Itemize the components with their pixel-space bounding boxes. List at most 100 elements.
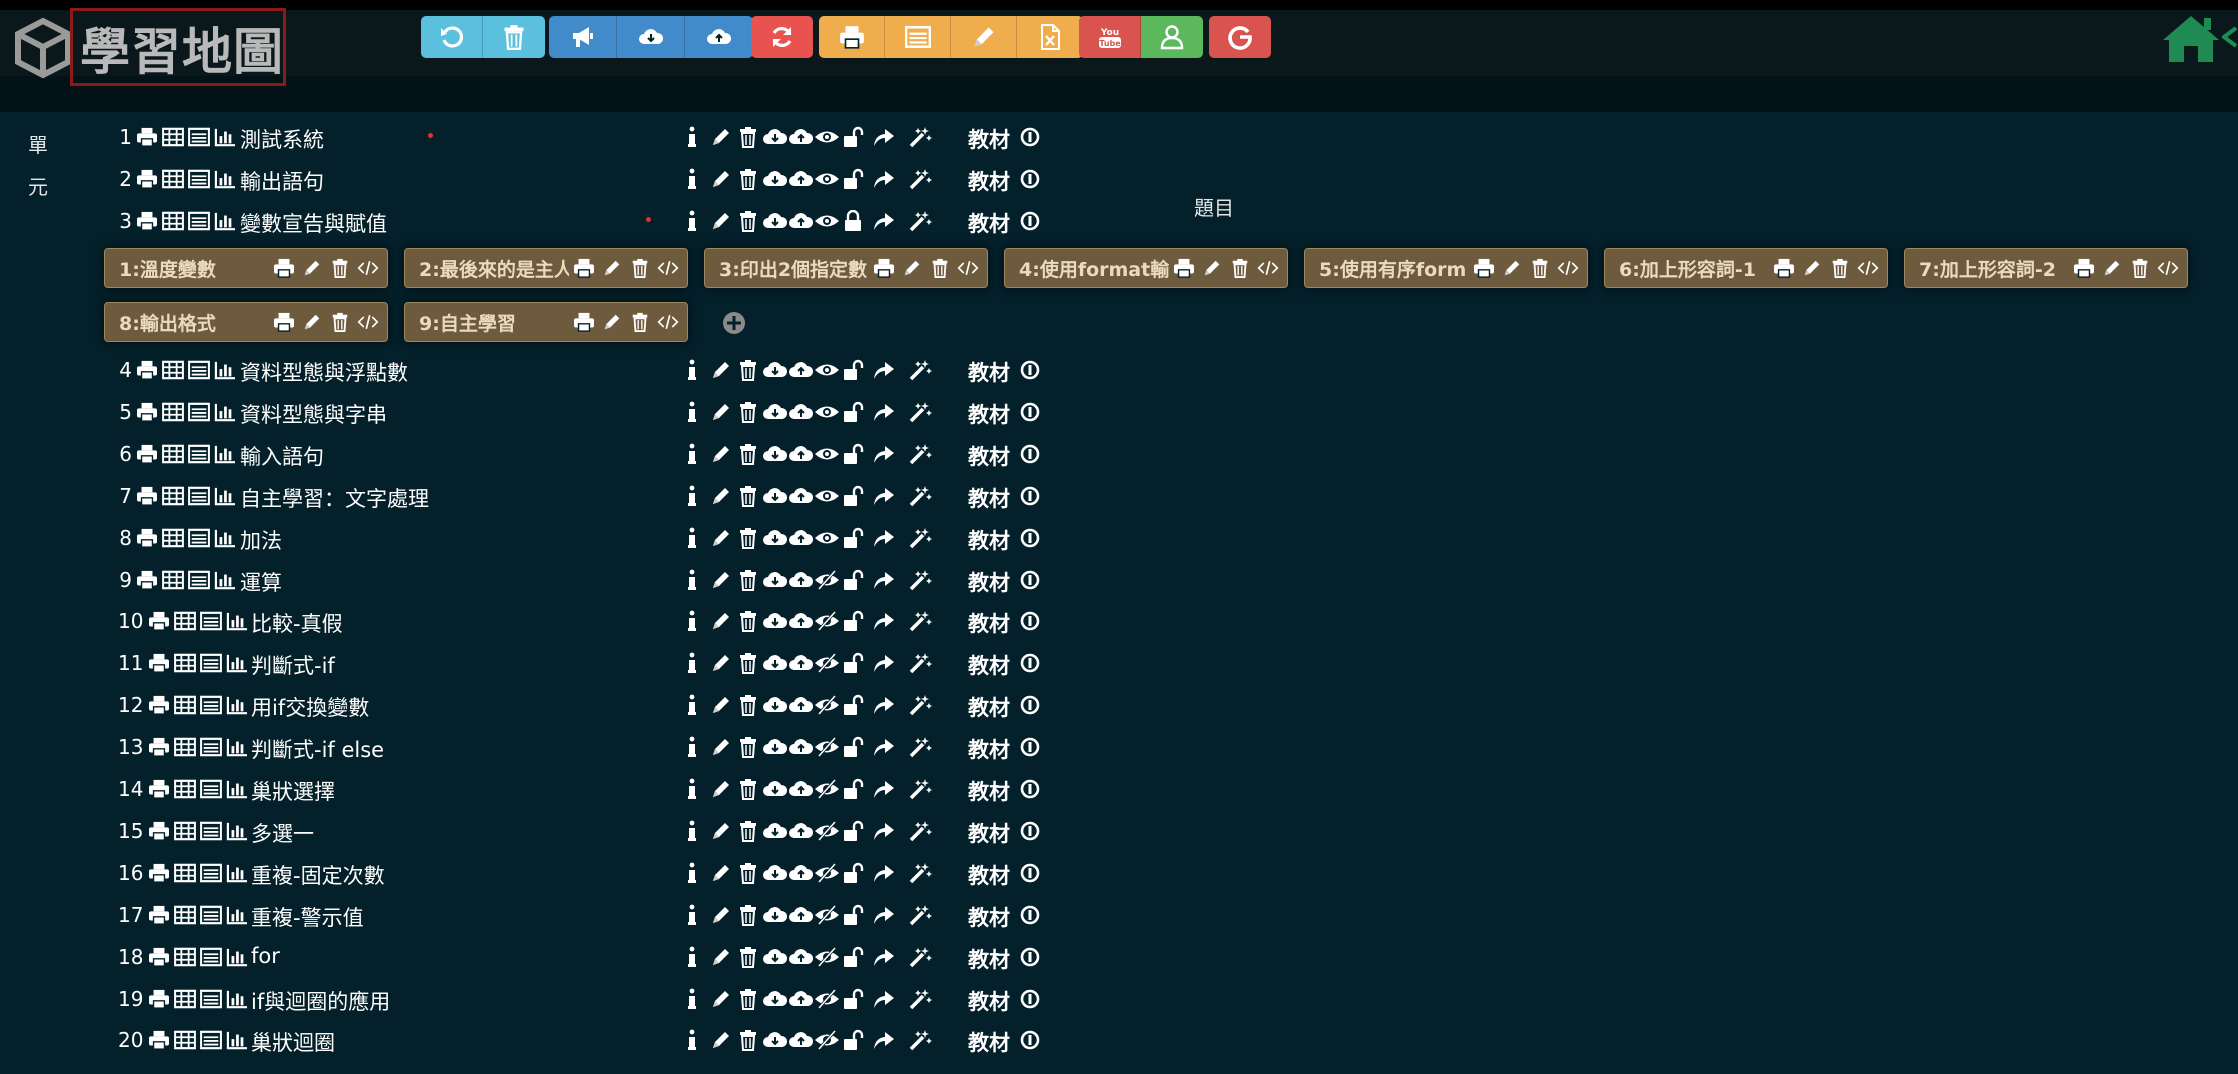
trash-icon[interactable] bbox=[1229, 258, 1251, 278]
eye-slash-icon[interactable] bbox=[814, 988, 840, 1010]
trash-icon[interactable] bbox=[629, 312, 651, 332]
bar-chart-icon[interactable] bbox=[226, 779, 248, 799]
bar-chart-icon[interactable] bbox=[226, 989, 248, 1009]
cloud-upload-icon[interactable] bbox=[788, 820, 814, 842]
magic-wand-icon[interactable] bbox=[908, 778, 932, 800]
bar-chart-icon[interactable] bbox=[214, 211, 236, 231]
code-icon[interactable] bbox=[1257, 258, 1279, 278]
code-icon[interactable] bbox=[657, 312, 679, 332]
magic-wand-icon[interactable] bbox=[908, 359, 932, 381]
edit-button[interactable] bbox=[951, 16, 1017, 58]
pencil-icon[interactable] bbox=[1801, 258, 1823, 278]
info-icon[interactable] bbox=[686, 126, 698, 148]
share-icon[interactable] bbox=[872, 988, 896, 1010]
eye-icon[interactable] bbox=[814, 527, 840, 549]
unit-title[interactable]: 測試系統 bbox=[240, 124, 324, 154]
trash-icon[interactable] bbox=[738, 210, 758, 232]
unlock-icon[interactable] bbox=[842, 168, 864, 190]
share-icon[interactable] bbox=[872, 946, 896, 968]
print-icon[interactable] bbox=[148, 821, 170, 841]
unit-title[interactable]: 重複-警示值 bbox=[251, 902, 364, 932]
pencil-icon[interactable] bbox=[601, 312, 623, 332]
eye-slash-icon[interactable] bbox=[814, 569, 840, 591]
bar-chart-icon[interactable] bbox=[214, 528, 236, 548]
unit-title[interactable]: 運算 bbox=[240, 567, 282, 597]
list-icon[interactable] bbox=[188, 402, 210, 422]
magic-wand-icon[interactable] bbox=[908, 168, 932, 190]
material-link[interactable]: 教材 bbox=[968, 902, 1010, 932]
trash-icon[interactable] bbox=[738, 904, 758, 926]
unit-title[interactable]: if與迴圈的應用 bbox=[251, 986, 390, 1016]
magic-wand-icon[interactable] bbox=[908, 904, 932, 926]
bar-chart-icon[interactable] bbox=[214, 570, 236, 590]
share-icon[interactable] bbox=[872, 485, 896, 507]
info-icon[interactable] bbox=[686, 988, 698, 1010]
home-icon[interactable] bbox=[2160, 12, 2222, 64]
circle-info-icon[interactable] bbox=[1020, 211, 1040, 231]
unlock-icon[interactable] bbox=[842, 1029, 864, 1051]
cloud-upload-icon[interactable] bbox=[788, 778, 814, 800]
unit-title[interactable]: 巢狀迴圈 bbox=[251, 1027, 335, 1057]
unit-title[interactable]: 變數宣告與賦值 bbox=[240, 208, 387, 238]
trash-icon[interactable] bbox=[629, 258, 651, 278]
material-link[interactable]: 教材 bbox=[968, 357, 1010, 387]
trash-icon[interactable] bbox=[738, 401, 758, 423]
info-icon[interactable] bbox=[686, 652, 698, 674]
unlock-icon[interactable] bbox=[842, 401, 864, 423]
print-icon[interactable] bbox=[1773, 258, 1795, 278]
list-icon[interactable] bbox=[200, 611, 222, 631]
share-icon[interactable] bbox=[872, 778, 896, 800]
subtopic-button[interactable]: 2:最後來的是主人 bbox=[404, 248, 688, 288]
trash-icon[interactable] bbox=[738, 1029, 758, 1051]
cloud-upload-icon[interactable] bbox=[788, 1029, 814, 1051]
eye-slash-icon[interactable] bbox=[814, 862, 840, 884]
cloud-upload-icon[interactable] bbox=[788, 443, 814, 465]
list-icon[interactable] bbox=[200, 779, 222, 799]
table-icon[interactable] bbox=[174, 989, 196, 1009]
material-link[interactable]: 教材 bbox=[968, 483, 1010, 513]
print-icon[interactable] bbox=[273, 258, 295, 278]
unlock-icon[interactable] bbox=[842, 359, 864, 381]
unit-title[interactable]: 判斷式-if bbox=[251, 650, 335, 680]
unit-title[interactable]: 加法 bbox=[240, 525, 282, 555]
pencil-icon[interactable] bbox=[710, 778, 732, 800]
pencil-icon[interactable] bbox=[301, 258, 323, 278]
share-icon[interactable] bbox=[872, 401, 896, 423]
pencil-icon[interactable] bbox=[710, 401, 732, 423]
share-icon[interactable] bbox=[872, 820, 896, 842]
table-icon[interactable] bbox=[162, 528, 184, 548]
cloud-download-icon[interactable] bbox=[762, 610, 788, 632]
table-icon[interactable] bbox=[162, 570, 184, 590]
list-icon[interactable] bbox=[188, 528, 210, 548]
circle-info-icon[interactable] bbox=[1020, 737, 1040, 757]
cloud-download-icon[interactable] bbox=[762, 736, 788, 758]
material-link[interactable]: 教材 bbox=[968, 1027, 1010, 1057]
material-link[interactable]: 教材 bbox=[968, 776, 1010, 806]
magic-wand-icon[interactable] bbox=[908, 401, 932, 423]
code-icon[interactable] bbox=[2157, 258, 2179, 278]
eye-slash-icon[interactable] bbox=[814, 778, 840, 800]
magic-wand-icon[interactable] bbox=[908, 988, 932, 1010]
bar-chart-icon[interactable] bbox=[226, 863, 248, 883]
pencil-icon[interactable] bbox=[710, 862, 732, 884]
print-icon[interactable] bbox=[148, 611, 170, 631]
circle-info-icon[interactable] bbox=[1020, 905, 1040, 925]
bar-chart-icon[interactable] bbox=[214, 444, 236, 464]
cloud-upload-icon[interactable] bbox=[788, 652, 814, 674]
circle-info-icon[interactable] bbox=[1020, 1030, 1040, 1050]
print-icon[interactable] bbox=[148, 653, 170, 673]
cloud-download-icon[interactable] bbox=[762, 527, 788, 549]
material-link[interactable]: 教材 bbox=[968, 525, 1010, 555]
unit-title[interactable]: 輸出語句 bbox=[240, 166, 324, 196]
cloud-download-icon[interactable] bbox=[762, 359, 788, 381]
share-icon[interactable] bbox=[872, 359, 896, 381]
magic-wand-icon[interactable] bbox=[908, 569, 932, 591]
table-icon[interactable] bbox=[174, 1030, 196, 1050]
unlock-icon[interactable] bbox=[842, 527, 864, 549]
eye-slash-icon[interactable] bbox=[814, 820, 840, 842]
circle-info-icon[interactable] bbox=[1020, 821, 1040, 841]
eye-icon[interactable] bbox=[814, 359, 840, 381]
bar-chart-icon[interactable] bbox=[214, 402, 236, 422]
pencil-icon[interactable] bbox=[901, 258, 923, 278]
print-icon[interactable] bbox=[136, 528, 158, 548]
